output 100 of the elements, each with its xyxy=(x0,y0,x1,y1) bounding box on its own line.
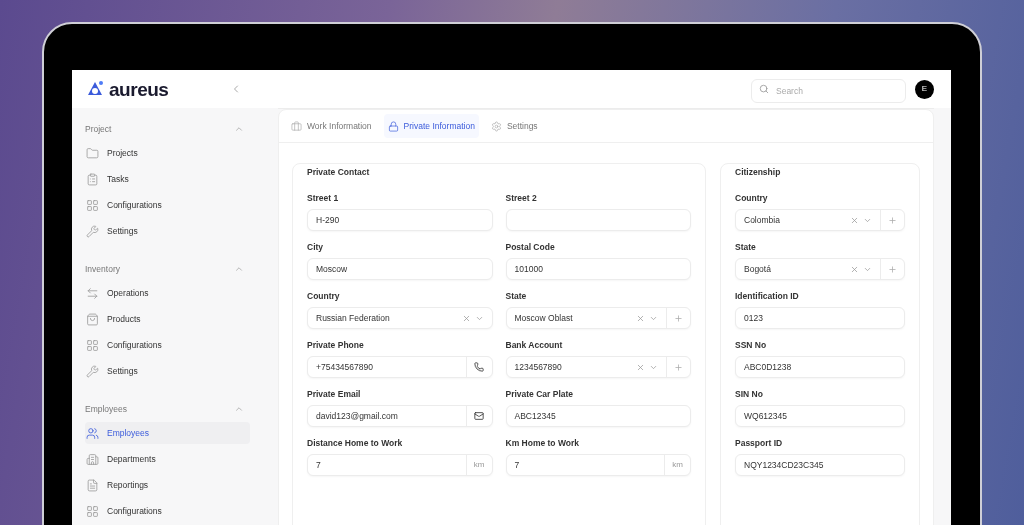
mail-icon xyxy=(474,411,484,421)
field-label: Km Home to Work xyxy=(505,437,581,449)
field-label: Postal Code xyxy=(505,241,556,253)
input-field[interactable]: 0123 xyxy=(735,307,905,329)
field-value: 7 xyxy=(315,458,322,472)
grid-icon xyxy=(86,504,99,518)
clear-icon xyxy=(636,362,645,372)
bag-icon xyxy=(86,312,99,326)
field-label: Private Email xyxy=(307,388,362,400)
sidebar-item[interactable]: Configurations xyxy=(85,194,250,216)
section-title: Project xyxy=(85,122,112,136)
field-label: Street 2 xyxy=(505,192,538,204)
add-icon xyxy=(888,215,897,225)
wrench-icon xyxy=(86,224,99,238)
field-label: Private Car Plate xyxy=(505,388,575,400)
search-icon xyxy=(759,84,769,94)
input-field[interactable]: NQY1234CD23C345 xyxy=(735,454,905,476)
sidebar-item[interactable]: Settings xyxy=(85,220,250,242)
field-label: Country xyxy=(735,192,769,204)
collapse-icon[interactable] xyxy=(234,124,244,134)
sidebar-item[interactable]: Configurations xyxy=(85,500,250,522)
field-value: Moscow Oblast xyxy=(513,311,574,325)
field-label: State xyxy=(505,290,528,302)
field-value: +75434567890 xyxy=(315,360,374,374)
input-field[interactable]: david123@gmail.com xyxy=(307,405,493,427)
clear-icon xyxy=(461,313,471,323)
input-field[interactable]: ABC0D1238 xyxy=(735,356,905,378)
sidebar-item[interactable]: Employees xyxy=(85,422,250,444)
sidebar-item[interactable]: Operations xyxy=(85,282,250,304)
wrench-icon xyxy=(86,364,99,378)
field-value: 1234567890 xyxy=(513,360,563,374)
select-field[interactable]: Colombia xyxy=(735,209,905,231)
sidebar-item[interactable]: Configurations xyxy=(85,334,250,356)
sidebar-item[interactable]: Projects xyxy=(85,142,250,164)
field-label: Identification ID xyxy=(735,290,800,302)
add-icon xyxy=(674,362,683,372)
select-field[interactable]: 1234567890 xyxy=(505,356,691,378)
tab[interactable]: Private Information xyxy=(383,114,479,138)
field-value: 101000 xyxy=(513,262,544,276)
field-value: Colombia xyxy=(743,213,781,227)
input-field[interactable]: WQ612345 xyxy=(735,405,905,427)
field-label: SIN No xyxy=(735,388,764,400)
select-field[interactable]: Russian Federation xyxy=(307,307,493,329)
field-value: ABC0D1238 xyxy=(743,360,793,374)
field-label: Private Phone xyxy=(307,339,365,351)
building-icon xyxy=(86,452,99,466)
users-icon xyxy=(86,426,99,440)
briefcase-icon xyxy=(291,120,302,132)
field-value: H-290 xyxy=(315,213,341,227)
sidebar-item[interactable]: Settings xyxy=(85,360,250,382)
unit-label: km xyxy=(672,459,683,471)
field-value: NQY1234CD23C345 xyxy=(743,458,825,472)
lock-icon xyxy=(387,120,399,132)
field-value: 7 xyxy=(513,458,521,472)
input-field[interactable]: +75434567890 xyxy=(307,356,493,378)
clipboard-icon xyxy=(86,172,99,186)
input-field[interactable]: ABC12345 xyxy=(505,405,691,427)
add-icon xyxy=(888,264,897,274)
sidebar-item[interactable]: Reportings xyxy=(85,474,250,496)
field-label: State xyxy=(735,241,757,253)
field-value: Moscow xyxy=(315,262,349,276)
field-label: City xyxy=(307,241,325,253)
grid-icon xyxy=(86,198,99,212)
field-value: david123@gmail.com xyxy=(315,409,399,423)
document-icon xyxy=(86,478,99,492)
field-label: Distance Home to Work xyxy=(307,437,404,449)
field-label: Street 1 xyxy=(307,192,340,204)
field-value: Russian Federation xyxy=(315,311,391,325)
collapse-icon[interactable] xyxy=(234,264,244,274)
field-value: 0123 xyxy=(743,311,764,325)
sidebar-item[interactable]: Products xyxy=(85,308,250,330)
input-field[interactable]: 7 km xyxy=(307,454,493,476)
folder-icon xyxy=(86,146,99,160)
section-title: Inventory xyxy=(85,262,120,276)
unit-label: km xyxy=(473,459,485,471)
collapse-icon[interactable] xyxy=(234,404,244,414)
grid-icon xyxy=(86,338,99,352)
field-label: SSN No xyxy=(735,339,768,351)
phone-icon xyxy=(474,362,484,372)
tab[interactable]: Settings xyxy=(486,114,542,138)
input-field[interactable]: Moscow xyxy=(307,258,493,280)
clear-icon xyxy=(850,264,859,274)
search-field[interactable]: Search xyxy=(751,79,906,103)
field-label: Passport ID xyxy=(735,437,784,449)
section-title: Employees xyxy=(85,402,128,416)
sidebar-item[interactable]: Tasks xyxy=(85,168,250,190)
clear-icon xyxy=(636,313,645,323)
field-value: ABC12345 xyxy=(513,409,557,423)
field-label: Country xyxy=(307,290,341,302)
select-field[interactable]: Bogotá xyxy=(735,258,905,280)
avatar[interactable]: E xyxy=(915,79,934,99)
select-field[interactable]: Moscow Oblast xyxy=(505,307,691,329)
logo-text: aureus xyxy=(109,79,169,99)
tab[interactable]: Work Information xyxy=(287,114,376,138)
settings-icon xyxy=(490,120,502,132)
input-field[interactable]: 101000 xyxy=(505,258,691,280)
add-icon xyxy=(674,313,683,323)
input-field[interactable]: 7 km xyxy=(505,454,691,476)
input-field[interactable]: H-290 xyxy=(307,209,493,231)
sidebar-item[interactable]: Departments xyxy=(85,448,250,470)
